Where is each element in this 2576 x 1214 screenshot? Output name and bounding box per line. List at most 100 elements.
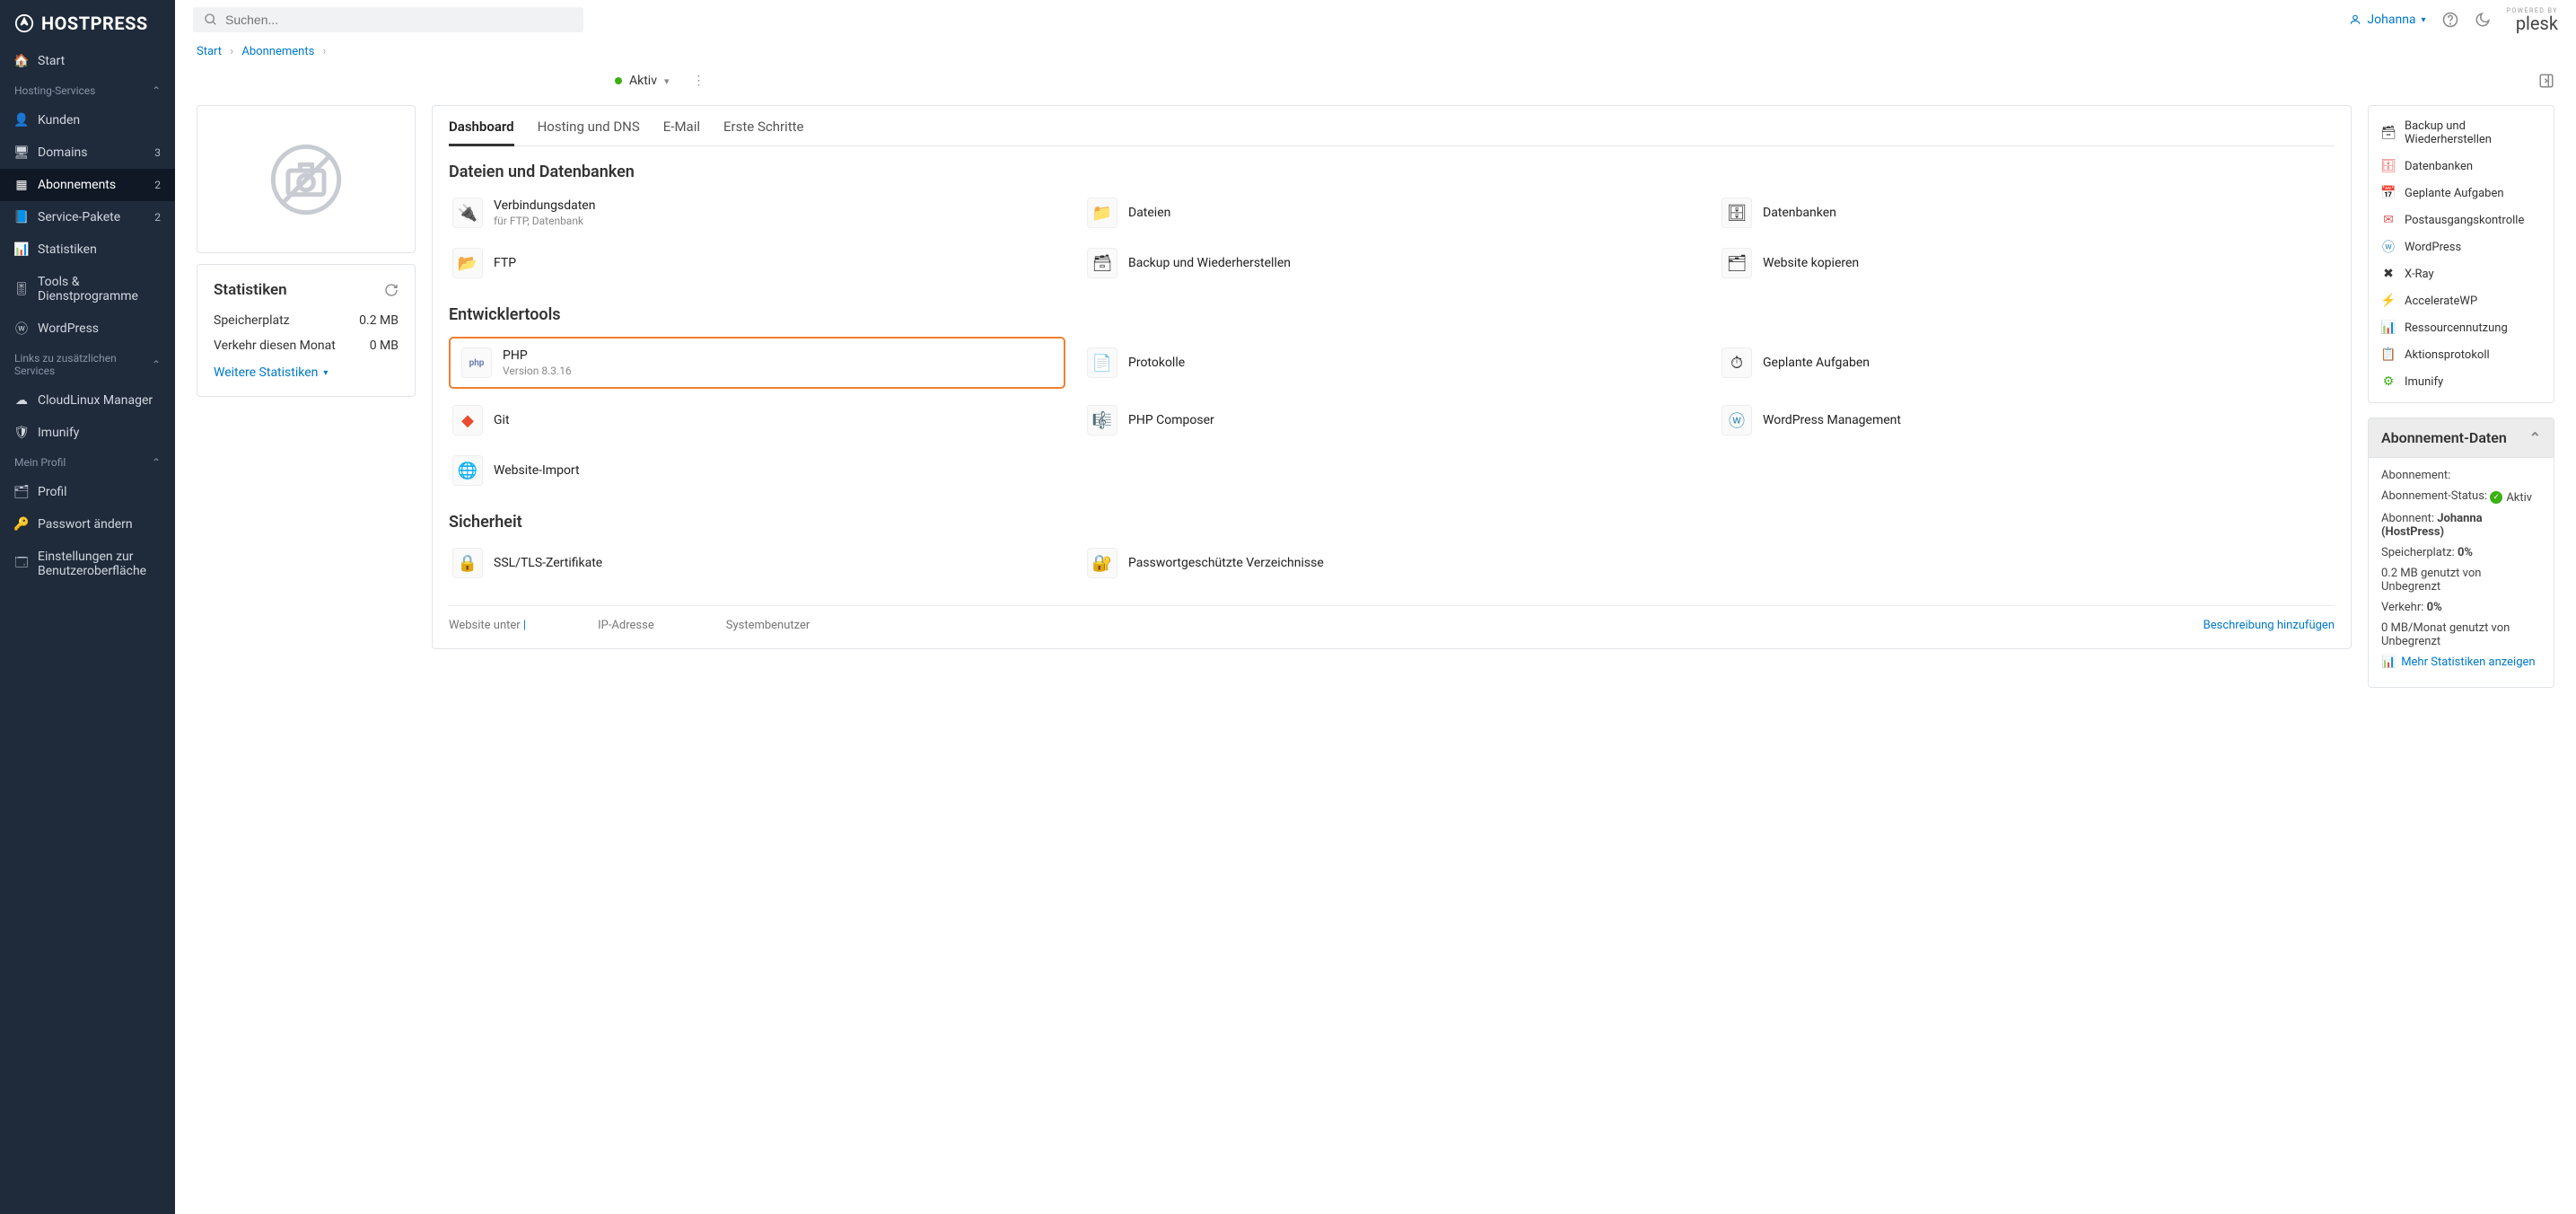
moon-icon[interactable]	[2475, 12, 2491, 28]
sidebar-item-label: Tools & Dienstprogramme	[38, 275, 161, 304]
breadcrumb: Start › Abonnements ›	[175, 36, 2576, 64]
ql-acceleratewp[interactable]: ⚡AccelerateWP	[2369, 287, 2554, 314]
ftp-icon: 📂	[452, 248, 483, 278]
user-menu[interactable]: Johanna ▾	[2349, 13, 2425, 27]
sidebar-item-abonnements[interactable]: ▦ Abonnements 2	[0, 169, 175, 201]
breadcrumb-abonnements[interactable]: Abonnements	[241, 45, 314, 58]
panel-more-stats-link[interactable]: 📊 Mehr Statistiken anzeigen	[2381, 655, 2536, 669]
tool-website-import[interactable]: 🌐Website-Import	[449, 452, 1065, 489]
tab-dashboard[interactable]: Dashboard	[449, 119, 514, 146]
tool-git[interactable]: ◆Git	[449, 401, 1065, 439]
sidebar-item-passwort[interactable]: 🔑 Passwort ändern	[0, 508, 175, 541]
add-description-link[interactable]: Beschreibung hinzufügen	[2204, 619, 2335, 632]
book-icon: 📘	[14, 210, 29, 224]
tab-hosting[interactable]: Hosting und DNS	[538, 119, 640, 145]
wordpress-icon: ⓦ	[2381, 240, 2396, 254]
ql-imunify[interactable]: ⚙Imunify	[2369, 368, 2554, 395]
profile-icon: 🗂	[14, 485, 29, 499]
help-icon[interactable]	[2442, 12, 2458, 28]
search-input[interactable]	[225, 13, 573, 27]
ql-xray[interactable]: ✖X-Ray	[2369, 260, 2554, 287]
sidebar-item-wordpress[interactable]: ⓦ WordPress	[0, 312, 175, 345]
xray-icon: ✖	[2381, 267, 2396, 281]
sidebar-item-service-pakete[interactable]: 📘 Service-Pakete 2	[0, 201, 175, 233]
tool-label: Geplante Aufgaben	[1763, 356, 1870, 370]
ql-actionlog[interactable]: 📋Aktionsprotokoll	[2369, 341, 2554, 368]
sidebar-item-einstellungen[interactable]: 🗔 Einstellungen zur Benutzeroberfläche	[0, 541, 175, 587]
website-under-label: Website unter	[449, 619, 521, 632]
tool-password-dirs[interactable]: 🔐Passwortgeschützte Verzeichnisse	[1083, 544, 1700, 582]
sidebar-item-tools[interactable]: 🎚 Tools & Dienstprogramme	[0, 266, 175, 312]
window-icon: 🗔	[14, 557, 29, 571]
tool-ssl[interactable]: 🔒SSL/TLS-Zertifikate	[449, 544, 1065, 582]
sidebar-item-start[interactable]: 🏠 Start	[0, 45, 175, 77]
tool-scheduled-tasks[interactable]: ⏱Geplante Aufgaben	[1718, 337, 2335, 389]
search-box[interactable]	[193, 7, 583, 32]
ql-scheduled[interactable]: 📅Geplante Aufgaben	[2369, 180, 2554, 207]
topbar: Johanna ▾ POWERED BY plesk	[175, 0, 2576, 36]
panel-space-line: 0.2 MB genutzt von Unbegrenzt	[2381, 567, 2541, 594]
sidebar-item-statistiken[interactable]: 📊 Statistiken	[0, 233, 175, 266]
status-row: Aktiv ▾ ⋮	[175, 64, 2576, 105]
chevron-up-icon: ⌃	[152, 358, 161, 371]
sidebar-item-cloudlinux[interactable]: ☁ CloudLinux Manager	[0, 384, 175, 417]
sidebar-section-hosting[interactable]: Hosting-Services ⌃	[0, 77, 175, 104]
ql-databases[interactable]: 🗄Datenbanken	[2369, 153, 2554, 180]
sidebar-section-profil[interactable]: Mein Profil ⌃	[0, 449, 175, 476]
ql-wordpress[interactable]: ⓦWordPress	[2369, 233, 2554, 260]
kebab-menu[interactable]: ⋮	[693, 74, 705, 88]
refresh-icon[interactable]	[384, 283, 399, 297]
panel-traffic-line: 0 MB/Monat genutzt von Unbegrenzt	[2381, 621, 2541, 648]
database-icon: 🗄	[1722, 198, 1752, 228]
ql-label: Backup und Wiederherstellen	[2405, 119, 2541, 146]
tool-databases[interactable]: 🗄Datenbanken	[1718, 194, 2335, 232]
sidebar-item-profil[interactable]: 🗂 Profil	[0, 476, 175, 508]
chevron-down-icon: ▾	[664, 75, 670, 87]
tab-email[interactable]: E-Mail	[663, 119, 700, 145]
tool-composer[interactable]: 🎼PHP Composer	[1083, 401, 1700, 439]
stats-row-traffic: Verkehr diesen Monat 0 MB	[214, 333, 399, 358]
chevron-up-icon: ⌃	[152, 456, 161, 469]
collapse-panel-button[interactable]	[2538, 73, 2554, 89]
screenshot-placeholder[interactable]	[197, 105, 416, 253]
chevron-right-icon: ›	[323, 45, 327, 58]
folder-icon: 📁	[1087, 198, 1117, 228]
database-icon: 🗄	[2381, 159, 2396, 173]
status-toggle[interactable]: Aktiv ▾	[615, 74, 670, 88]
ql-mail-out[interactable]: ✉Postausgangskontrolle	[2369, 207, 2554, 233]
tool-backup[interactable]: 🗃Backup und Wiederherstellen	[1083, 244, 1700, 282]
tools-dev: phpPHPVersion 8.3.16 📄Protokolle ⏱Geplan…	[449, 337, 2335, 489]
sidebar-item-kunden[interactable]: 👤 Kunden	[0, 104, 175, 136]
chevron-right-icon: ›	[230, 45, 233, 58]
ql-label: Postausgangskontrolle	[2405, 214, 2524, 227]
grid-icon: ▦	[14, 178, 29, 192]
tool-ftp[interactable]: 📂FTP	[449, 244, 1065, 282]
breadcrumb-start[interactable]: Start	[197, 45, 222, 58]
sidebar-item-label: Passwort ändern	[38, 517, 133, 532]
tool-connection-data[interactable]: 🔌Verbindungsdatenfür FTP, Datenbank	[449, 194, 1065, 232]
sidebar-section-links[interactable]: Links zu zusätzlichen Services ⌃	[0, 345, 175, 384]
panel-header[interactable]: Abonnement-Daten ⌃	[2368, 418, 2554, 458]
tool-logs[interactable]: 📄Protokolle	[1083, 337, 1700, 389]
tool-label: Passwortgeschützte Verzeichnisse	[1128, 556, 1324, 570]
more-stats-link[interactable]: Weitere Statistiken ▾	[214, 365, 328, 380]
tool-label: SSL/TLS-Zertifikate	[494, 556, 602, 570]
chevron-down-icon: ▾	[2422, 15, 2426, 25]
git-icon: ◆	[452, 405, 483, 435]
sidebar-item-imunify[interactable]: 🛡 Imunify	[0, 417, 175, 449]
ql-resources[interactable]: 📊Ressourcennutzung	[2369, 314, 2554, 341]
website-link[interactable]: |	[523, 619, 526, 632]
tool-wordpress-mgmt[interactable]: ⓦWordPress Management	[1718, 401, 2335, 439]
wordpress-icon: ⓦ	[1722, 405, 1752, 435]
panel-space-label: Speicherplatz:	[2381, 546, 2455, 559]
cloud-icon: ☁	[14, 393, 29, 408]
wordpress-icon: ⓦ	[14, 321, 29, 336]
sidebar-item-label: WordPress	[38, 321, 99, 336]
tab-first-steps[interactable]: Erste Schritte	[723, 119, 803, 145]
brand-logo[interactable]: HOSTPRESS	[0, 0, 175, 45]
tool-copy-website[interactable]: 🗂Website kopieren	[1718, 244, 2335, 282]
ql-backup[interactable]: 🗃Backup und Wiederherstellen	[2369, 113, 2554, 153]
tool-files[interactable]: 📁Dateien	[1083, 194, 1700, 232]
sidebar-item-domains[interactable]: 🖥 Domains 3	[0, 136, 175, 169]
tool-php[interactable]: phpPHPVersion 8.3.16	[449, 337, 1065, 389]
